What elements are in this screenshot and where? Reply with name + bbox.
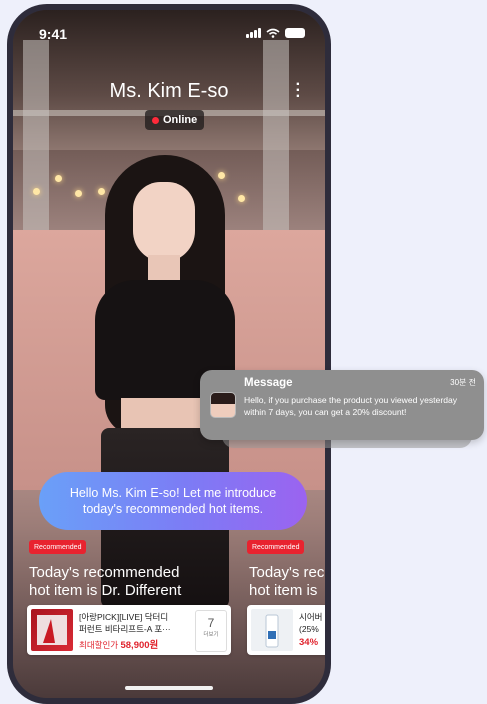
wifi-icon <box>266 28 280 38</box>
product-card[interactable]: [아랑PICK][LIVE] 닥터디 퍼런트 비타리프트-A 포··· 최대할인… <box>27 605 231 655</box>
battery-icon <box>285 28 305 38</box>
recommended-badge: Recommended <box>247 540 305 554</box>
recommendation-title: Today's recommended hot item is Dr. Diff… <box>29 564 181 600</box>
message-notification[interactable]: Message 30분 전 Hello, if you purchase the… <box>200 370 484 440</box>
recommended-badge: Recommended <box>29 540 87 554</box>
status-bar: 9:41 <box>13 10 325 56</box>
phone-frame: 9:41 Ms. Kim E-so ··· Online Hello Ms. <box>7 4 331 704</box>
live-dot-icon <box>152 116 159 124</box>
signal-icon <box>246 28 261 38</box>
product-thumbnail <box>251 609 293 651</box>
background-light <box>98 188 105 195</box>
product-price: 최대할인가 58,900원 <box>79 637 158 651</box>
notification-body: Hello, if you purchase the product you v… <box>244 395 458 417</box>
recommendation-title-line1: Today's rec <box>249 564 325 581</box>
background-light <box>238 195 245 202</box>
live-stream-screen: 9:41 Ms. Kim E-so ··· Online Hello Ms. <box>13 10 325 698</box>
background-light <box>33 188 40 195</box>
recommendation-title-line2: hot item is <box>249 582 318 599</box>
price-label: 최대할인가 <box>79 640 119 650</box>
product-name-line1: [아랑PICK][LIVE] 닥터디 <box>79 612 169 622</box>
product-image-icon <box>265 614 279 648</box>
recommendation-title-line1: Today's recommended <box>29 564 180 581</box>
more-count: 7 <box>207 616 215 630</box>
status-icons <box>246 28 305 38</box>
more-label: 더보기 <box>203 632 219 638</box>
product-card[interactable]: 시어버 (25% 34% <box>247 605 325 655</box>
product-name-line2: 퍼런트 비타리프트-A 포··· <box>79 624 171 634</box>
recommendation-title: Today's rec hot item is <box>249 564 324 600</box>
home-indicator[interactable] <box>125 686 213 690</box>
background-light <box>75 190 82 197</box>
chat-bubble-text: Hello Ms. Kim E-so! Let me introduce tod… <box>69 486 277 516</box>
product-name: [아랑PICK][LIVE] 닥터디 퍼런트 비타리프트-A 포··· <box>79 611 189 635</box>
notification-title: Message <box>244 377 293 389</box>
host-name-title: Ms. Kim E-so <box>109 80 229 102</box>
background-light <box>218 172 225 179</box>
more-products-button[interactable]: 7 더보기 <box>195 610 227 652</box>
product-name: 시어버 (25% <box>299 611 325 635</box>
online-status-label: Online <box>163 114 198 126</box>
background-pillar <box>263 40 289 260</box>
host-waist <box>121 398 209 430</box>
price-value: 34% <box>299 637 319 648</box>
background-light <box>55 175 62 182</box>
sender-avatar <box>210 392 236 418</box>
product-thumbnail <box>31 609 73 651</box>
host-face <box>133 182 195 262</box>
online-status-badge: Online <box>145 110 205 130</box>
status-time: 9:41 <box>39 26 68 42</box>
notification-time: 30분 전 <box>450 378 476 387</box>
product-image-icon <box>37 615 67 645</box>
price-value: 58,900원 <box>120 640 159 651</box>
more-options-icon[interactable]: · · · <box>296 77 301 105</box>
product-name-line2: (25% <box>299 624 319 634</box>
recommendation-title-line2: hot item is Dr. Different <box>29 582 182 599</box>
background-pillar <box>23 40 49 260</box>
host-chat-bubble: Hello Ms. Kim E-so! Let me introduce tod… <box>39 472 307 530</box>
product-price: 34% <box>299 637 318 648</box>
product-name-line1: 시어버 <box>299 612 323 622</box>
